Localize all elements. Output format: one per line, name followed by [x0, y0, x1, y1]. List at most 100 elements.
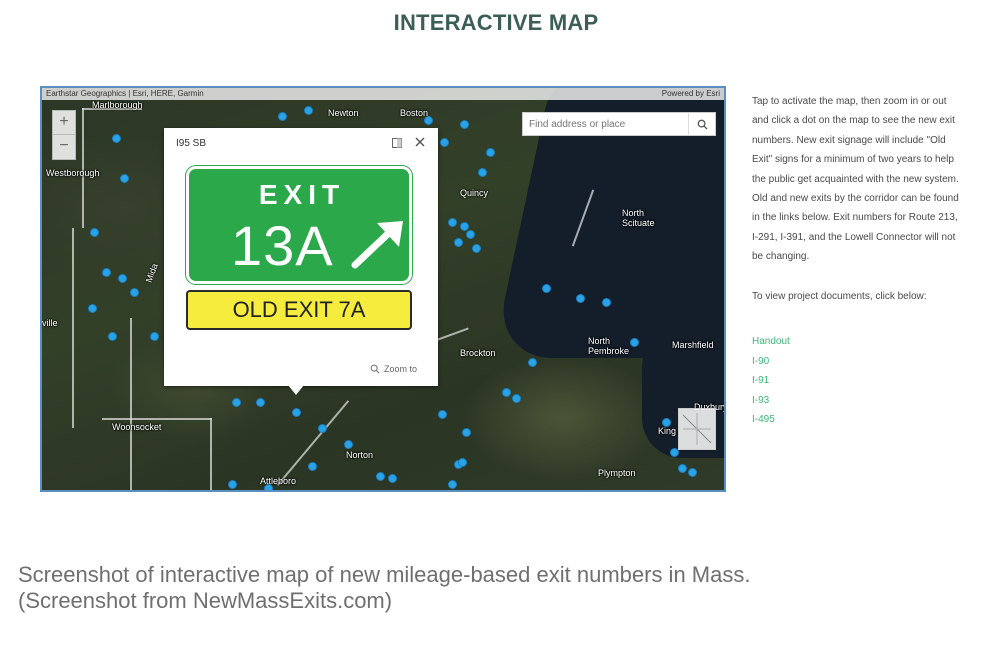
exit-dot[interactable] — [376, 472, 385, 481]
basemap-toggle-icon — [682, 413, 712, 445]
interactive-map[interactable]: Marlborough Newton Boston Westborough Qu… — [40, 86, 726, 492]
map-attribution: Earthstar Geographics | Esri, HERE, Garm… — [42, 88, 724, 100]
exit-dot[interactable] — [278, 112, 287, 121]
sign-exit-number: 13A — [231, 214, 334, 277]
exit-dot[interactable] — [90, 228, 99, 237]
map-place-label: North Scituate — [622, 208, 655, 228]
zoom-control: + − — [52, 110, 76, 160]
document-links: Handout I-90 I-91 I-93 I-495 — [752, 332, 790, 430]
exit-dot[interactable] — [472, 244, 481, 253]
exit-dot[interactable] — [150, 332, 159, 341]
search-icon — [697, 119, 708, 130]
exit-dot[interactable] — [460, 120, 469, 129]
exit-dot[interactable] — [344, 440, 353, 449]
exit-dot[interactable] — [678, 464, 687, 473]
exit-dot[interactable] — [542, 284, 551, 293]
map-place-label: Newton — [328, 108, 359, 118]
map-place-label: Brockton — [460, 348, 496, 358]
exit-dot[interactable] — [304, 106, 313, 115]
exit-dot[interactable] — [486, 148, 495, 157]
documents-prompt: To view project documents, click below: — [752, 291, 927, 302]
exit-dot[interactable] — [478, 168, 487, 177]
map-place-label: Quincy — [460, 188, 489, 198]
exit-dot[interactable] — [228, 480, 237, 489]
zoom-to-button[interactable]: Zoom to — [370, 364, 417, 374]
exit-dot[interactable] — [112, 134, 121, 143]
exit-dot[interactable] — [120, 174, 129, 183]
arrow-up-right-icon — [351, 221, 403, 269]
map-place-label: King — [658, 426, 677, 436]
caption-line-2: (Screenshot from NewMassExits.com) — [18, 588, 393, 613]
old-exit-sign: OLD EXIT 7A — [186, 290, 412, 330]
map-search — [522, 112, 716, 136]
map-place-label: Woonsocket — [112, 422, 162, 432]
exit-dot[interactable] — [454, 238, 463, 247]
attribution-right[interactable]: Powered by Esri — [662, 88, 720, 100]
exit-dot[interactable] — [130, 288, 139, 297]
exit-dot[interactable] — [102, 268, 111, 277]
exit-dot[interactable] — [458, 458, 467, 467]
exit-dot[interactable] — [602, 298, 611, 307]
attribution-left: Earthstar Geographics | Esri, HERE, Garm… — [46, 89, 204, 98]
exit-dot[interactable] — [88, 304, 97, 313]
sign-exit-label: EXIT — [258, 179, 346, 210]
exit-dot[interactable] — [292, 408, 301, 417]
exit-dot[interactable] — [630, 338, 639, 347]
exit-dot[interactable] — [462, 428, 471, 437]
image-caption: Screenshot of interactive map of new mil… — [18, 562, 978, 614]
zoom-to-label: Zoom to — [384, 364, 418, 374]
map-road — [130, 318, 132, 490]
exit-dot[interactable] — [424, 116, 433, 125]
map-place-label: Boston — [400, 108, 429, 118]
map-place-label: Marshfield — [672, 340, 714, 350]
exit-dot[interactable] — [502, 388, 511, 397]
zoom-in-button[interactable]: + — [53, 111, 75, 135]
exit-popup: I95 SB EXIT 13A OLD EXIT 7A Zoom to — [164, 128, 438, 386]
exit-dot[interactable] — [688, 468, 697, 477]
map-place-label: ville — [42, 318, 58, 328]
exit-sign: EXIT 13A — [186, 166, 412, 284]
exit-dot[interactable] — [438, 410, 447, 419]
link-i93[interactable]: I-93 — [752, 391, 790, 411]
exit-dot[interactable] — [512, 394, 521, 403]
exit-dot[interactable] — [662, 418, 671, 427]
exit-dot[interactable] — [256, 398, 265, 407]
search-button[interactable] — [688, 113, 715, 135]
link-handout[interactable]: Handout — [752, 332, 790, 352]
popup-title: I95 SB — [176, 138, 207, 149]
map-place-label: Westborough — [46, 168, 100, 178]
exit-dot[interactable] — [448, 218, 457, 227]
map-road — [102, 418, 212, 420]
map-place-label: Marlborough — [92, 100, 143, 110]
exit-dot[interactable] — [308, 462, 317, 471]
exit-dot[interactable] — [528, 358, 537, 367]
map-place-label: Norton — [346, 450, 374, 460]
exit-dot[interactable] — [448, 480, 457, 489]
zoom-out-button[interactable]: − — [53, 135, 75, 159]
map-instructions: Tap to activate the map, then zoom in or… — [752, 96, 959, 263]
link-i91[interactable]: I-91 — [752, 371, 790, 391]
page-title: INTERACTIVE MAP — [393, 10, 599, 35]
exit-dot[interactable] — [318, 424, 327, 433]
exit-dot[interactable] — [388, 474, 397, 483]
exit-dot[interactable] — [232, 398, 241, 407]
dock-icon[interactable] — [392, 138, 402, 148]
exit-dot[interactable] — [466, 230, 475, 239]
map-road — [72, 228, 74, 428]
map-place-label: Mida — [143, 262, 160, 284]
link-i495[interactable]: I-495 — [752, 410, 790, 430]
link-i90[interactable]: I-90 — [752, 352, 790, 372]
caption-line-1: Screenshot of interactive map of new mil… — [18, 562, 751, 587]
exit-dot[interactable] — [118, 274, 127, 283]
map-place-label: Plympton — [598, 468, 636, 478]
zoom-icon — [370, 364, 380, 374]
exit-dot[interactable] — [264, 484, 273, 490]
exit-dot[interactable] — [576, 294, 585, 303]
map-road — [276, 400, 350, 486]
popup-pointer — [288, 385, 304, 395]
close-icon[interactable] — [414, 136, 426, 148]
search-input[interactable] — [523, 113, 689, 135]
map-widget[interactable] — [678, 408, 716, 450]
exit-dot[interactable] — [108, 332, 117, 341]
exit-dot[interactable] — [440, 138, 449, 147]
